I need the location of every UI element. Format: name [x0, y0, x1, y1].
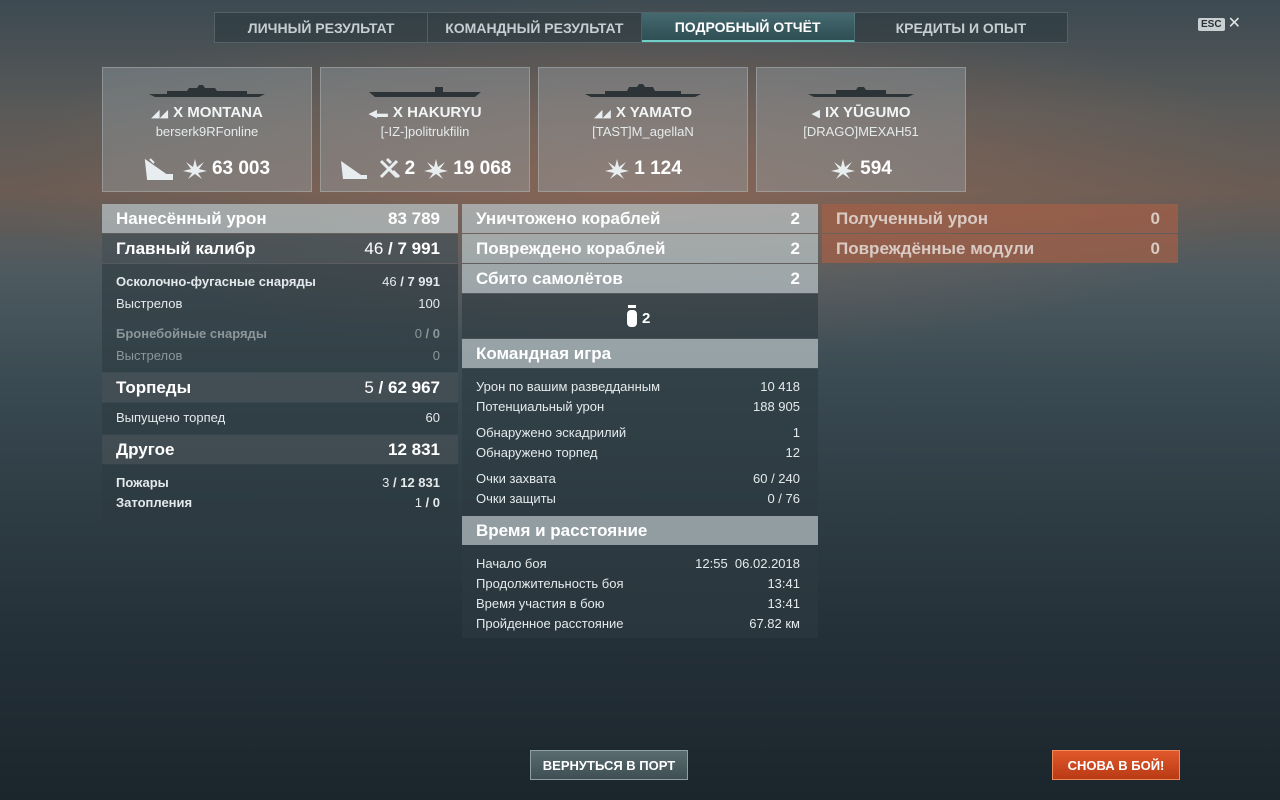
damage-burst-icon	[182, 159, 207, 179]
damage-burst-icon	[831, 159, 856, 179]
planes-shot-down: 2	[377, 157, 415, 181]
time-distance-header: Время и расстояние	[462, 516, 818, 545]
potential-damage-row: Потенциальный урон 188 905	[476, 399, 800, 414]
main-battery-header: Главный калибр 46 / 7 991	[102, 234, 458, 263]
japan-flag-icon: ◢◢	[593, 108, 611, 120]
ship-title: ◀▬ X HAKURYU	[368, 104, 482, 121]
spotted-torpedoes-row: Обнаружено торпед 12	[476, 445, 800, 460]
return-to-port-button[interactable]: ВЕРНУТЬСЯ В ПОРТ	[530, 750, 688, 780]
ship-card-yugumo[interactable]: ◀ IX YŪGUMO [DRAGO]MEXAH51 594	[756, 67, 966, 192]
ship-card-hakuryu[interactable]: ◀▬ X HAKURYU [-IZ-]politrukfilin 2 19 068	[320, 67, 530, 192]
ship-title: ◀ IX YŪGUMO	[811, 104, 911, 121]
ships-destroyed-header: Уничтожено кораблей 2	[462, 204, 818, 233]
tab-personal-result[interactable]: ЛИЧНЫЙ РЕЗУЛЬТАТ	[215, 13, 429, 42]
other-damage-header: Другое 12 831	[102, 435, 458, 464]
floods-row: Затопления 1 / 0	[116, 495, 440, 510]
battleship-silhouette-icon	[149, 85, 265, 97]
ship-card-yamato[interactable]: ◢◢ X YAMATO [TAST]M_agellaN 1 124	[538, 67, 748, 192]
player-name: [TAST]M_agellaN	[592, 124, 694, 139]
damage-dealt: 1 124	[604, 157, 682, 181]
tab-credits-xp[interactable]: КРЕДИТЫ И ОПЫТ	[855, 13, 1067, 42]
plane-type-count: 2	[626, 305, 650, 327]
ship-card-montana[interactable]: ◢◢ X MONTANA berserk9RFonline 63 003	[102, 67, 312, 192]
planes-shot-header: Сбито самолётов 2	[462, 264, 818, 293]
ship-stats: 594	[757, 157, 965, 181]
player-name: [-IZ-]politrukfilin	[380, 124, 470, 139]
team-play-header: Командная игра	[462, 339, 818, 368]
close-icon: ✕	[1227, 15, 1241, 32]
damage-dealt-header: Нанесённый урон 83 789	[102, 204, 458, 233]
player-name: [DRAGO]MEXAH51	[803, 124, 919, 139]
plane-shot-down-icon	[379, 157, 400, 179]
other-damage-body	[102, 465, 458, 523]
damage-dealt: 19 068	[423, 157, 511, 181]
ap-shots-row: Выстрелов 0	[116, 348, 440, 363]
tab-detailed-report[interactable]: ПОДРОБНЫЙ ОТЧЁТ	[641, 13, 855, 42]
carrier-silhouette-icon	[369, 87, 481, 97]
damage-dealt: 63 003	[182, 157, 270, 181]
damage-burst-icon	[605, 159, 630, 179]
tab-team-result[interactable]: КОМАНДНЫЙ РЕЗУЛЬТАТ	[428, 13, 642, 42]
distance-row: Пройденное расстояние 67.82 км	[476, 616, 800, 631]
ship-stats: 1 124	[539, 157, 747, 181]
damage-total: 83 789	[388, 208, 440, 228]
damage-dealt: 594	[830, 157, 892, 181]
he-shells-row: Осколочно-фугасные снаряды 46 / 7 991	[116, 274, 440, 289]
spotting-damage-row: Урон по вашим разведданным 10 418	[476, 379, 800, 394]
ap-shells-row: Бронебойные снаряды 0 / 0	[116, 326, 440, 341]
ship-title: ◢◢ X YAMATO	[593, 104, 693, 121]
damaged-modules-header: Повреждённые модули 0	[822, 234, 1178, 263]
battle-again-button[interactable]: СНОВА В БОЙ!	[1052, 750, 1180, 780]
destroyer-silhouette-icon	[808, 87, 914, 97]
fires-row: Пожары 3 / 12 831	[116, 475, 440, 490]
he-shots-row: Выстрелов 100	[116, 296, 440, 311]
damage-burst-icon	[424, 159, 449, 179]
torpedoes-launched-row: Выпущено торпед 60	[116, 410, 440, 425]
damage-received-header: Полученный урон 0	[822, 204, 1178, 233]
esc-key-icon: ESC	[1198, 17, 1225, 31]
ship-stats: 63 003	[103, 157, 311, 181]
result-tabs: ЛИЧНЫЙ РЕЗУЛЬТАТ КОМАНДНЫЙ РЕЗУЛЬТАТ ПОД…	[214, 12, 1068, 43]
battleship-silhouette-icon	[585, 84, 701, 97]
ships-damaged-header: Повреждено кораблей 2	[462, 234, 818, 263]
capture-points-row: Очки захвата 60 / 240	[476, 471, 800, 486]
spotted-squadrons-row: Обнаружено эскадрилий 1	[476, 425, 800, 440]
torpedoes-header: Торпеды 5 / 62 967	[102, 373, 458, 402]
japan-flag-icon: ◀▬	[368, 108, 388, 120]
battle-start-row: Начало боя 12:55 06.02.2018	[476, 556, 800, 571]
player-name: berserk9RFonline	[155, 124, 259, 139]
japan-flag-icon: ◀	[811, 108, 820, 120]
battle-duration-row: Продолжительность боя 13:41	[476, 576, 800, 591]
ship-sunk-icon	[340, 161, 367, 179]
ship-stats: 2 19 068	[321, 157, 529, 181]
defense-points-row: Очки защиты 0 / 76	[476, 491, 800, 506]
usa-flag-icon: ◢◢	[151, 108, 169, 120]
close-button[interactable]: ESC ✕	[1198, 15, 1241, 32]
bomber-plane-icon	[627, 305, 637, 327]
ship-sunk-icon	[144, 158, 173, 180]
ship-title: ◢◢ X MONTANA	[151, 104, 263, 121]
time-in-battle-row: Время участия в бою 13:41	[476, 596, 800, 611]
